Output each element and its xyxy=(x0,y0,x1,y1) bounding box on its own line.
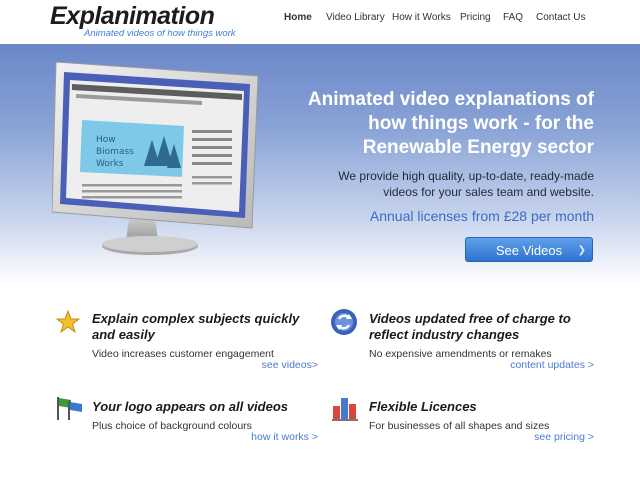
nav-home[interactable]: Home xyxy=(284,12,312,23)
logo-text: Explanimation xyxy=(50,2,215,30)
nav-pricing[interactable]: Pricing xyxy=(460,12,491,23)
nav-video-library[interactable]: Video Library xyxy=(326,12,385,23)
feature-title: Videos updated free of charge to reflect… xyxy=(369,311,571,342)
see-videos-link[interactable]: see videos> xyxy=(240,359,318,371)
feature-logo: Your logo appears on all videos Plus cho… xyxy=(92,399,302,433)
bar-chart-icon xyxy=(332,398,358,421)
see-videos-label: See Videos xyxy=(495,243,563,258)
svg-text:Biomass: Biomass xyxy=(96,147,134,157)
refresh-icon xyxy=(331,309,357,335)
nav-how-it-works[interactable]: How it Works xyxy=(392,12,451,23)
hero-title: Animated video explanations of how thing… xyxy=(307,89,594,158)
monitor-illustration: How Biomass Works xyxy=(52,62,259,255)
flags-icon xyxy=(57,397,82,420)
feature-title: Flexible Licences xyxy=(369,399,477,414)
logo-tagline: Animated videos of how things work xyxy=(84,28,236,39)
nav-faq[interactable]: FAQ xyxy=(503,12,523,23)
chevron-right-icon: ❯ xyxy=(577,245,586,256)
hero-subtitle: We provide high quality, up-to-date, rea… xyxy=(338,169,594,199)
nav-contact-us[interactable]: Contact Us xyxy=(536,12,585,23)
site-header: Explanimation Animated videos of how thi… xyxy=(0,0,640,44)
feature-explain: Explain complex subjects quickly and eas… xyxy=(92,311,302,361)
svg-text:Works: Works xyxy=(96,159,124,169)
how-it-works-link[interactable]: how it works > xyxy=(230,431,318,443)
see-videos-button[interactable]: See Videos ❯ xyxy=(465,237,593,262)
screen-text: How xyxy=(96,135,116,145)
feature-title: Explain complex subjects quickly and eas… xyxy=(92,311,300,342)
feature-licences: Flexible Licences For businesses of all … xyxy=(369,399,599,433)
feature-title: Your logo appears on all videos xyxy=(92,399,289,414)
see-pricing-link[interactable]: see pricing > xyxy=(500,431,594,443)
star-icon xyxy=(56,310,80,334)
content-updates-link[interactable]: content updates > xyxy=(490,359,594,371)
feature-updates: Videos updated free of charge to reflect… xyxy=(369,311,599,361)
site-logo[interactable]: Explanimation Animated videos of how thi… xyxy=(50,2,236,39)
hero-price-line: Annual licenses from £28 per month xyxy=(369,208,594,224)
